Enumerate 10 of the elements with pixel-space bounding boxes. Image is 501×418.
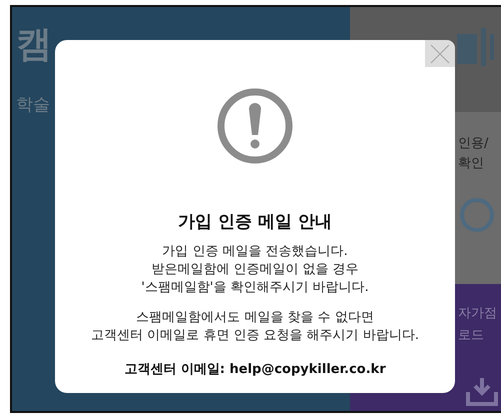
message-text: 스팸메일함에서도 메일을 찾을 수 없다면 고객센터 이메일로 휴면 인증 요청을 해주시기 바랍니다. (91, 309, 419, 345)
feature-text: 자가점 (458, 305, 497, 322)
contact-email-text: 고객센터 이메일: help@copykiller.co.kr (124, 361, 386, 378)
dialog-title: 가입 인증 메일 안내 (178, 211, 332, 233)
heading-text: 학술 (16, 94, 50, 116)
message-text: 가입 인증 메일을 전송했습니다. 받은메일함에 인증메일이 없을 경우 '스팸메일함'을 확인해주시기 바랍니다. (141, 243, 369, 297)
feature-text: 확인 (458, 155, 484, 172)
feature-text: 로드 (458, 327, 484, 344)
feature-text: 인용/ (458, 135, 488, 152)
logo-text: 캠 (16, 27, 52, 63)
